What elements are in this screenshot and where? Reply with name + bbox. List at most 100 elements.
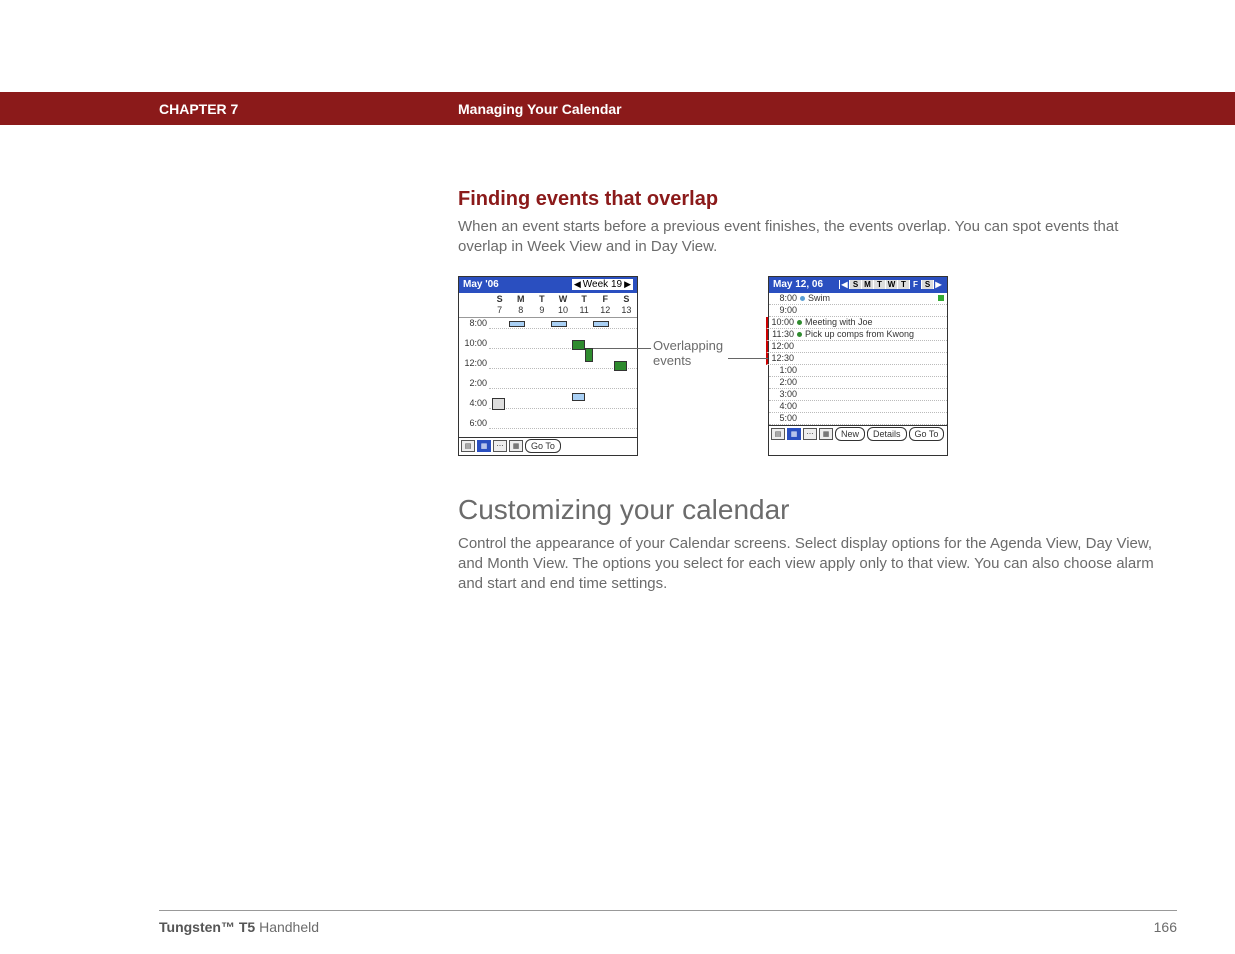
daytab-s2[interactable]: S — [921, 280, 933, 289]
agenda-view-icon[interactable]: ▤ — [771, 428, 785, 440]
month-view-icon[interactable]: ▦ — [819, 428, 833, 440]
time-12: 12:00 — [459, 358, 489, 368]
weekdate-9: 9 — [531, 305, 552, 317]
dayview-row[interactable]: 8:00 Swim — [769, 293, 947, 305]
weekview-week-nav[interactable]: ◀ Week 19 ▶ — [572, 279, 633, 290]
section-heading-overlap: Finding events that overlap — [458, 188, 1158, 211]
dayview-row[interactable]: 10:00 Meeting with Joe — [766, 317, 947, 329]
dayview-time: 12:30 — [769, 353, 797, 363]
week-next-icon[interactable]: ▶ — [624, 279, 631, 290]
dayview-row[interactable]: 5:00 — [769, 413, 947, 425]
note-icon[interactable] — [938, 295, 944, 301]
time-2: 2:00 — [459, 378, 489, 388]
dayview-row[interactable]: 3:00 — [769, 389, 947, 401]
event-dot-icon — [797, 320, 802, 325]
event-block[interactable] — [492, 398, 505, 410]
weekdate-7: 7 — [489, 305, 510, 317]
event-block[interactable] — [572, 393, 585, 401]
event-block-overlap[interactable] — [585, 348, 593, 362]
chapter-header: CHAPTER 7 Managing Your Calendar — [0, 92, 1235, 125]
dayview-time: 5:00 — [772, 413, 800, 423]
weekdate-8: 8 — [510, 305, 531, 317]
event-dot-icon — [797, 332, 802, 337]
page-number: 166 — [1154, 919, 1177, 935]
dayview-row[interactable]: 2:00 — [769, 377, 947, 389]
chapter-title: Managing Your Calendar — [458, 101, 622, 117]
dayview-time: 10:00 — [769, 317, 797, 327]
week-view-icon[interactable]: ⋯ — [803, 428, 817, 440]
dayview-time: 4:00 — [772, 401, 800, 411]
chapter-label: CHAPTER 7 — [159, 101, 238, 117]
dayview-time: 2:00 — [772, 377, 800, 387]
day-view-icon[interactable]: ▦ — [477, 440, 491, 452]
event-block[interactable] — [593, 321, 609, 327]
day-view-icon[interactable]: ▦ — [787, 428, 801, 440]
weekdate-12: 12 — [595, 305, 616, 317]
daytab-f[interactable]: F — [909, 280, 921, 289]
dayview-row[interactable]: 12:30 — [766, 353, 947, 365]
callout-connector-left — [593, 348, 651, 349]
callout-connector-right — [728, 358, 768, 359]
dayview-daytabs: ◀ S M T W T F S ▶ — [839, 280, 943, 289]
weekday-m: M — [510, 293, 531, 305]
main-content: Finding events that overlap When an even… — [458, 188, 1158, 612]
callout-line1: Overlapping — [653, 338, 723, 353]
day-next-icon[interactable]: ▶ — [933, 280, 943, 289]
dayview-row[interactable]: 4:00 — [769, 401, 947, 413]
time-4: 4:00 — [459, 398, 489, 408]
product-rest: Handheld — [255, 919, 319, 935]
dayview-row[interactable]: 1:00 — [769, 365, 947, 377]
dayview-date: May 12, 06 — [773, 279, 823, 290]
weekview-body: 8:00 10:00 12:00 2:00 4:00 6:00 — [459, 317, 637, 437]
dayview-figure: May 12, 06 ◀ S M T W T F S ▶ 8:00 Swim 9:0… — [768, 276, 948, 456]
callout-label: Overlapping events — [653, 338, 723, 368]
daytab-s[interactable]: S — [849, 280, 861, 289]
daytab-t2[interactable]: T — [897, 280, 909, 289]
details-button[interactable]: Details — [867, 427, 907, 441]
dayview-list: 8:00 Swim 9:00 10:00 Meeting with Joe 11:30Pi… — [769, 293, 947, 425]
dayview-event-text: Meeting with Joe — [805, 317, 944, 327]
product-bold: Tungsten™ T5 — [159, 919, 255, 935]
section-heading-customize: Customizing your calendar — [458, 494, 1158, 526]
event-block[interactable] — [509, 321, 525, 327]
event-block[interactable] — [551, 321, 567, 327]
weekday-s: S — [489, 293, 510, 305]
weekday-w: W — [552, 293, 573, 305]
weekday-t: T — [531, 293, 552, 305]
dayview-time: 9:00 — [772, 305, 800, 315]
dayview-time: 12:00 — [769, 341, 797, 351]
event-dot-icon — [800, 296, 805, 301]
event-block[interactable] — [572, 340, 585, 350]
weekview-day-header: S M T W T F S 7 8 9 10 11 12 13 — [459, 293, 637, 317]
dayview-event-text: Swim — [808, 293, 936, 303]
dayview-row[interactable]: 12:00 — [766, 341, 947, 353]
dayview-time: 8:00 — [772, 293, 800, 303]
agenda-view-icon[interactable]: ▤ — [461, 440, 475, 452]
daytab-m[interactable]: M — [861, 280, 873, 289]
goto-button[interactable]: Go To — [525, 439, 561, 453]
week-view-icon[interactable]: ⋯ — [493, 440, 507, 452]
week-prev-icon[interactable]: ◀ — [574, 279, 581, 290]
dayview-event-text: Pick up comps from Kwong — [805, 329, 944, 339]
goto-button[interactable]: Go To — [909, 427, 945, 441]
page-footer: Tungsten™ T5 Handheld 166 — [159, 910, 1177, 935]
product-name: Tungsten™ T5 Handheld — [159, 919, 319, 935]
weekdate-11: 11 — [574, 305, 595, 317]
weekday-f: F — [595, 293, 616, 305]
dayview-footer: ▤ ▦ ⋯ ▦ New Details Go To — [769, 425, 947, 443]
dayview-time: 1:00 — [772, 365, 800, 375]
daytab-t[interactable]: T — [873, 280, 885, 289]
month-view-icon[interactable]: ▦ — [509, 440, 523, 452]
day-prev-icon[interactable]: ◀ — [839, 280, 849, 289]
dayview-row[interactable]: 9:00 — [769, 305, 947, 317]
new-button[interactable]: New — [835, 427, 865, 441]
callout-line2: events — [653, 353, 723, 368]
daytab-w[interactable]: W — [885, 280, 897, 289]
weekview-titlebar: May '06 ◀ Week 19 ▶ — [459, 277, 637, 293]
time-10: 10:00 — [459, 338, 489, 348]
dayview-titlebar: May 12, 06 ◀ S M T W T F S ▶ — [769, 277, 947, 293]
time-6: 6:00 — [459, 418, 489, 428]
event-block[interactable] — [614, 361, 627, 371]
dayview-row[interactable]: 11:30Pick up comps from Kwong — [766, 329, 947, 341]
weekday-t2: T — [574, 293, 595, 305]
